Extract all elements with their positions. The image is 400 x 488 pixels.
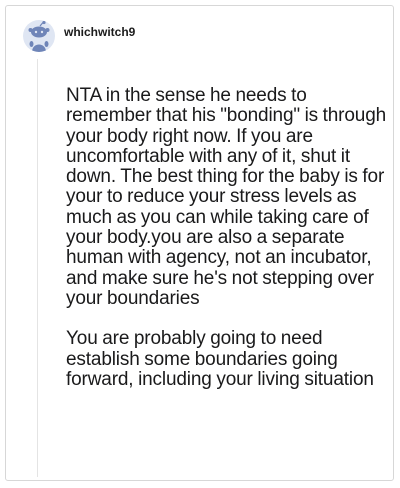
comment-card: whichwitch9 NTA in the sense he needs to… xyxy=(5,5,394,481)
thread-line[interactable] xyxy=(37,59,38,477)
avatar[interactable] xyxy=(23,20,55,52)
snoo-avatar-icon xyxy=(28,20,50,52)
username-link[interactable]: whichwitch9 xyxy=(64,25,135,39)
comment-body: NTA in the sense he needs to remember th… xyxy=(66,85,388,410)
comment-paragraph-2: You are probably going to need establish… xyxy=(66,328,374,390)
comment-header: whichwitch9 xyxy=(23,20,135,52)
comment-paragraph-1: NTA in the sense he needs to remember th… xyxy=(66,85,387,309)
